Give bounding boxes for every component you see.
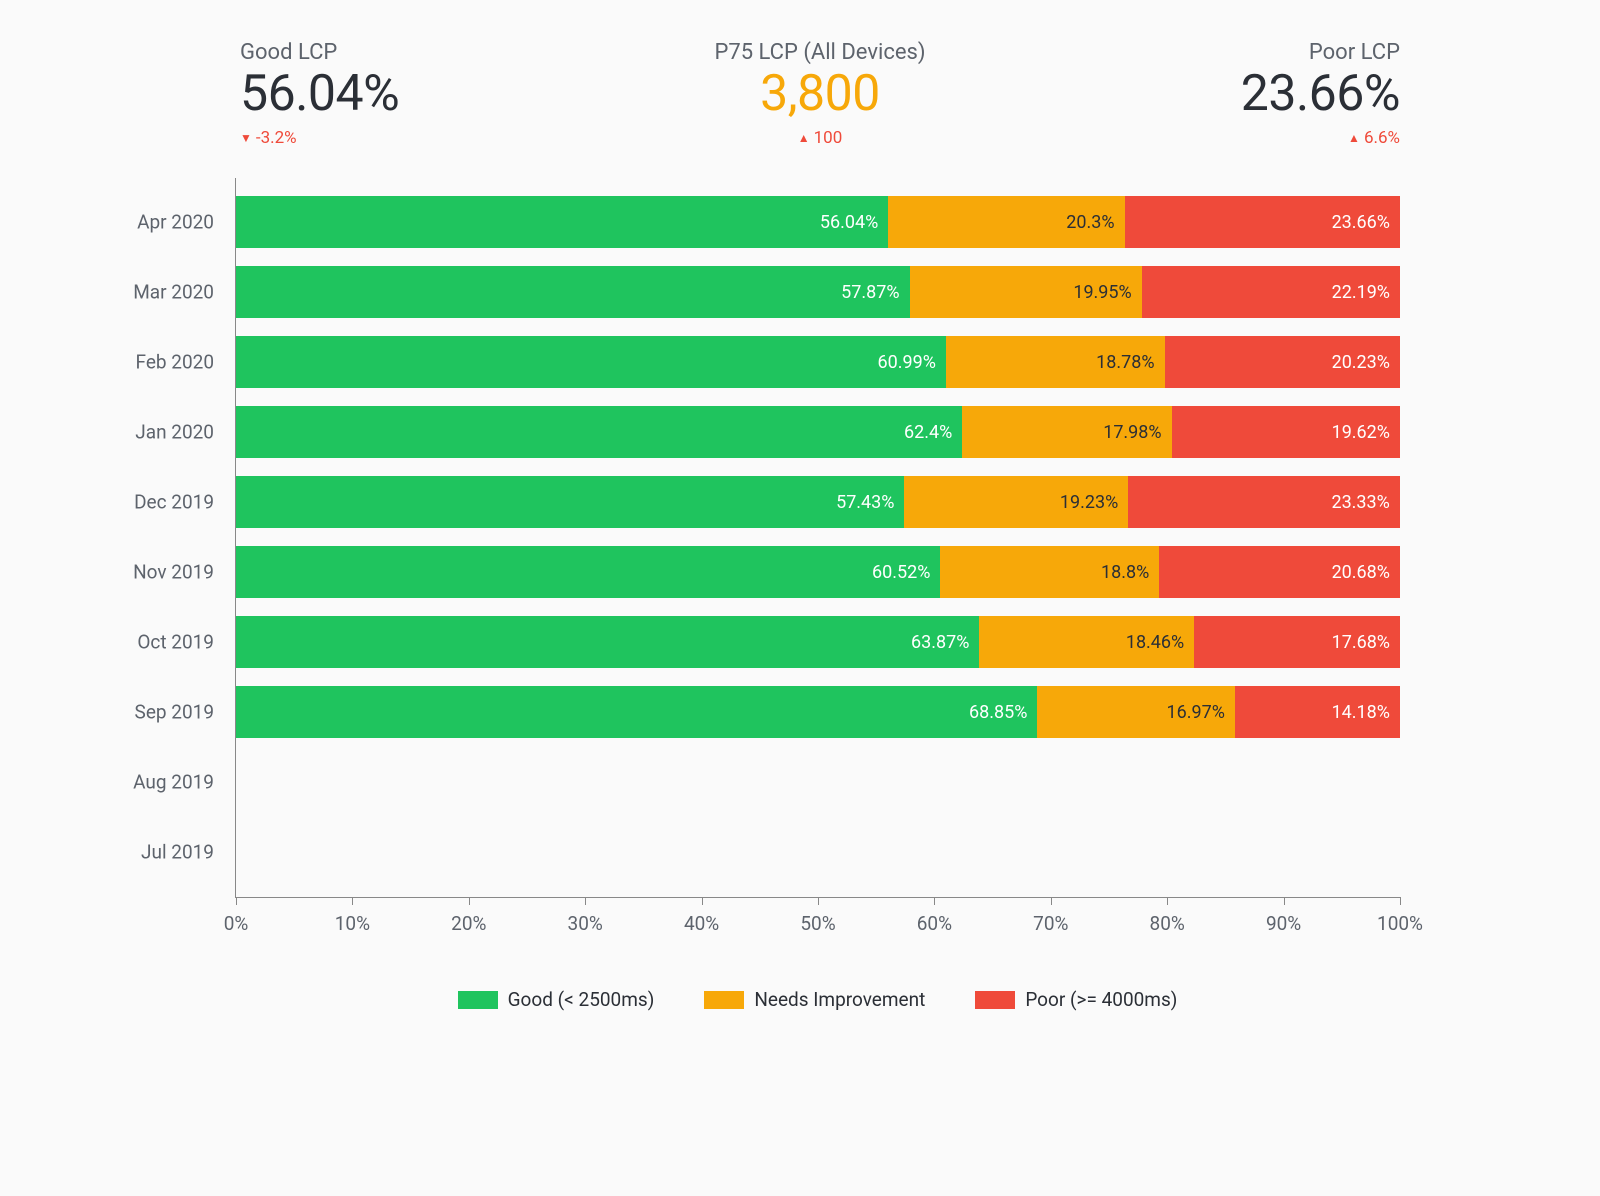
- metric-delta-value: 6.6%: [1364, 128, 1400, 148]
- bar-segment-poor: 20.23%: [1165, 336, 1400, 388]
- bar-row: Oct 201963.87%18.46%17.68%: [236, 616, 1400, 668]
- bar-segment-good: 60.52%: [236, 546, 940, 598]
- legend-swatch: [975, 991, 1015, 1009]
- x-axis-tick: [1284, 897, 1285, 905]
- legend-swatch: [458, 991, 498, 1009]
- legend-swatch: [704, 991, 744, 1009]
- y-axis-category-label: Oct 2019: [137, 631, 236, 654]
- metric-label: Good LCP: [240, 40, 337, 65]
- y-axis-category-label: Jan 2020: [135, 421, 236, 444]
- bar-segment-poor: 23.66%: [1125, 196, 1400, 248]
- x-axis-tick: [1400, 897, 1401, 905]
- bar-row: Jul 2019: [236, 826, 1400, 878]
- bar-row: Jan 202062.4%17.98%19.62%: [236, 406, 1400, 458]
- legend-label: Poor (>= 4000ms): [1025, 988, 1177, 1011]
- x-axis-tick: [818, 897, 819, 905]
- bar-row: Sep 201968.85%16.97%14.18%: [236, 686, 1400, 738]
- metric-poor-lcp: Poor LCP 23.66% ▲ 6.6%: [1241, 40, 1400, 148]
- metric-delta-value: 100: [814, 128, 843, 148]
- bar-segment-needs-improvement: 18.46%: [979, 616, 1194, 668]
- metric-delta: ▲ 6.6%: [1348, 128, 1400, 148]
- metric-p75-lcp: P75 LCP (All Devices) 3,800 ▲ 100: [714, 40, 925, 148]
- bar-segment-poor: 20.68%: [1159, 546, 1400, 598]
- bar-segment-good: 63.87%: [236, 616, 979, 668]
- legend-label: Needs Improvement: [754, 988, 925, 1011]
- chart-legend: Good (< 2500ms) Needs Improvement Poor (…: [235, 988, 1400, 1011]
- bar-row: Nov 201960.52%18.8%20.68%: [236, 546, 1400, 598]
- metric-value: 3,800: [760, 67, 880, 122]
- metric-label: P75 LCP (All Devices): [714, 40, 925, 65]
- bar-segment-needs-improvement: 19.95%: [910, 266, 1142, 318]
- x-axis-tick-label: 0%: [224, 912, 249, 935]
- bar-segment-needs-improvement: 16.97%: [1037, 686, 1235, 738]
- y-axis-category-label: Nov 2019: [133, 561, 236, 584]
- metric-delta: ▼ -3.2%: [240, 128, 297, 148]
- metric-label: Poor LCP: [1309, 40, 1400, 65]
- bar-segment-needs-improvement: 18.78%: [946, 336, 1165, 388]
- bar-segment-needs-improvement: 19.23%: [904, 476, 1128, 528]
- bar-segment-good: 57.43%: [236, 476, 904, 528]
- bar-segment-good: 60.99%: [236, 336, 946, 388]
- y-axis-category-label: Mar 2020: [133, 281, 236, 304]
- bar-segment-needs-improvement: 17.98%: [962, 406, 1171, 458]
- bar-segment-poor: 17.68%: [1194, 616, 1400, 668]
- x-axis-tick: [352, 897, 353, 905]
- bar-row: Feb 202060.99%18.78%20.23%: [236, 336, 1400, 388]
- bar-segment-good: 57.87%: [236, 266, 910, 318]
- bar-segment-needs-improvement: 18.8%: [940, 546, 1159, 598]
- bar-row: Dec 201957.43%19.23%23.33%: [236, 476, 1400, 528]
- bar-segment-good: 56.04%: [236, 196, 888, 248]
- legend-item-poor: Poor (>= 4000ms): [975, 988, 1177, 1011]
- x-axis-tick: [236, 897, 237, 905]
- x-axis-tick-label: 90%: [1266, 912, 1301, 935]
- x-axis-tick-label: 80%: [1150, 912, 1185, 935]
- bar-segment-good: 62.4%: [236, 406, 962, 458]
- bar-segment-poor: 19.62%: [1172, 406, 1400, 458]
- x-axis-tick-label: 10%: [335, 912, 370, 935]
- legend-item-good: Good (< 2500ms): [458, 988, 655, 1011]
- lcp-stacked-bar-chart: 0% 10% 20% 30% 40% 50% 60% 70% 80% 90% 100% Apr 202…: [20, 178, 1580, 1011]
- x-axis-tick: [934, 897, 935, 905]
- y-axis-category-label: Jul 2019: [141, 841, 236, 864]
- y-axis-category-label: Dec 2019: [134, 491, 236, 514]
- x-axis-tick-label: 30%: [568, 912, 603, 935]
- bar-segment-poor: 23.33%: [1128, 476, 1400, 528]
- bar-row: Apr 202056.04%20.3%23.66%: [236, 196, 1400, 248]
- y-axis-category-label: Feb 2020: [136, 351, 236, 374]
- bar-segment-poor: 14.18%: [1235, 686, 1400, 738]
- bar-row: Mar 202057.87%19.95%22.19%: [236, 266, 1400, 318]
- plot-area: 0%10%20%30%40%50%60%70%80%90%100%Apr 202…: [235, 178, 1400, 898]
- x-axis-tick: [702, 897, 703, 905]
- x-axis-tick: [1167, 897, 1168, 905]
- arrow-up-icon: ▲: [798, 132, 810, 144]
- x-axis-tick-label: 40%: [684, 912, 719, 935]
- bar-segment-needs-improvement: 20.3%: [888, 196, 1124, 248]
- metric-delta-value: -3.2%: [256, 128, 297, 148]
- x-axis-tick-label: 50%: [800, 912, 835, 935]
- x-axis-tick: [585, 897, 586, 905]
- arrow-up-icon: ▲: [1348, 132, 1360, 144]
- metric-good-lcp: Good LCP 56.04% ▼ -3.2%: [240, 40, 399, 148]
- metric-value: 56.04%: [240, 67, 399, 122]
- y-axis-category-label: Apr 2020: [137, 211, 236, 234]
- y-axis-category-label: Aug 2019: [133, 771, 236, 794]
- x-axis-tick-label: 20%: [451, 912, 486, 935]
- arrow-down-icon: ▼: [240, 132, 252, 144]
- x-axis-tick-label: 60%: [917, 912, 952, 935]
- legend-label: Good (< 2500ms): [508, 988, 655, 1011]
- y-axis-category-label: Sep 2019: [135, 701, 236, 724]
- metric-value: 23.66%: [1241, 67, 1400, 122]
- legend-item-needs-improvement: Needs Improvement: [704, 988, 925, 1011]
- bar-segment-poor: 22.19%: [1142, 266, 1400, 318]
- x-axis-tick: [1051, 897, 1052, 905]
- metrics-header: Good LCP 56.04% ▼ -3.2% P75 LCP (All Dev…: [20, 40, 1580, 178]
- x-axis-tick: [469, 897, 470, 905]
- x-axis-tick-label: 100%: [1377, 912, 1423, 935]
- metric-delta: ▲ 100: [798, 128, 843, 148]
- bar-segment-good: 68.85%: [236, 686, 1037, 738]
- x-axis-tick-label: 70%: [1033, 912, 1068, 935]
- bar-row: Aug 2019: [236, 756, 1400, 808]
